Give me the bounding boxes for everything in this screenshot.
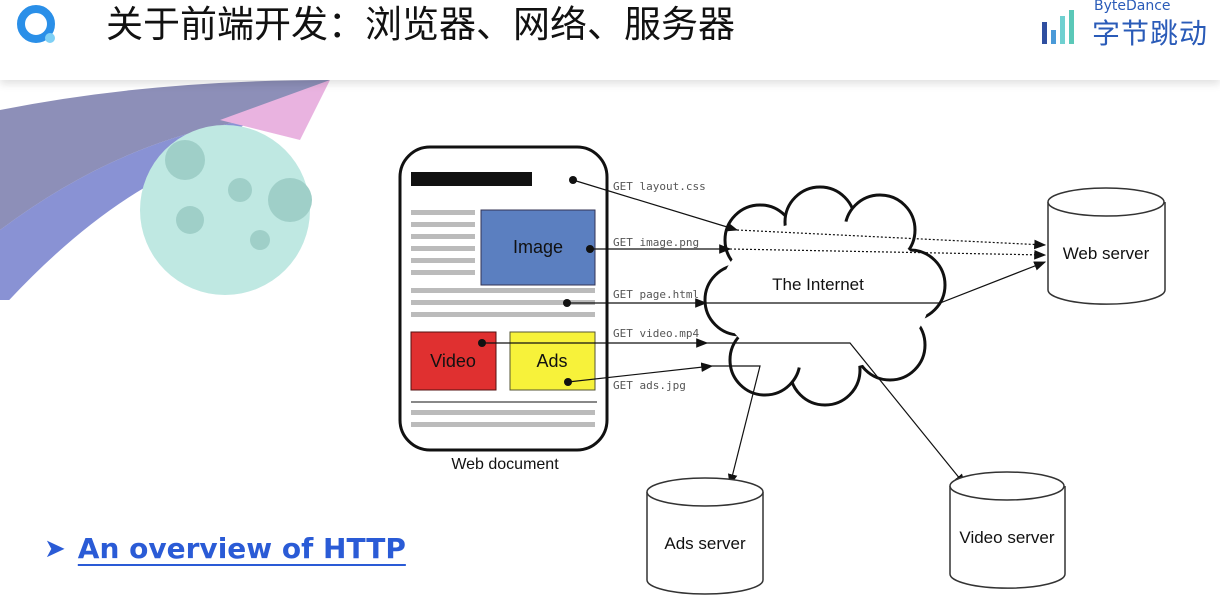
ads-server-label: Ads server [664,534,746,553]
request-label: GET image.png [613,236,699,249]
web-document: Image Video Ads Web document [398,145,609,473]
internet-cloud [703,185,947,407]
slide-title: 关于前端开发：浏览器、网络、服务器 [106,3,735,46]
bytedance-bars-icon [1042,10,1078,44]
web-server-label: Web server [1063,244,1150,263]
request-label: GET page.html [613,288,699,301]
request-label: GET layout.css [613,180,706,193]
chevron-right-icon: ➤ [44,533,66,564]
internet-label: The Internet [772,275,864,294]
video-server-label: Video server [959,528,1054,547]
request-label: GET ads.jpg [613,379,686,392]
ads-label: Ads [536,351,567,371]
bytedance-logo: ByteDance 字节跳动 [1040,0,1220,50]
image-label: Image [513,237,563,257]
request-label: GET video.mp4 [613,327,699,340]
brand-cn: 字节跳动 [1092,17,1209,50]
bullet-item: ➤ An overview of HTTP [44,532,406,565]
slide-header: 关于前端开发：浏览器、网络、服务器 ByteDance 字节跳动 [0,0,1220,80]
http-overview-link[interactable]: An overview of HTTP [78,532,406,565]
http-diagram: Image Video Ads Web document The Interne… [398,145,1166,595]
video-label: Video [430,351,476,371]
web-document-label: Web document [451,456,559,473]
app-logo-icon [17,5,55,43]
